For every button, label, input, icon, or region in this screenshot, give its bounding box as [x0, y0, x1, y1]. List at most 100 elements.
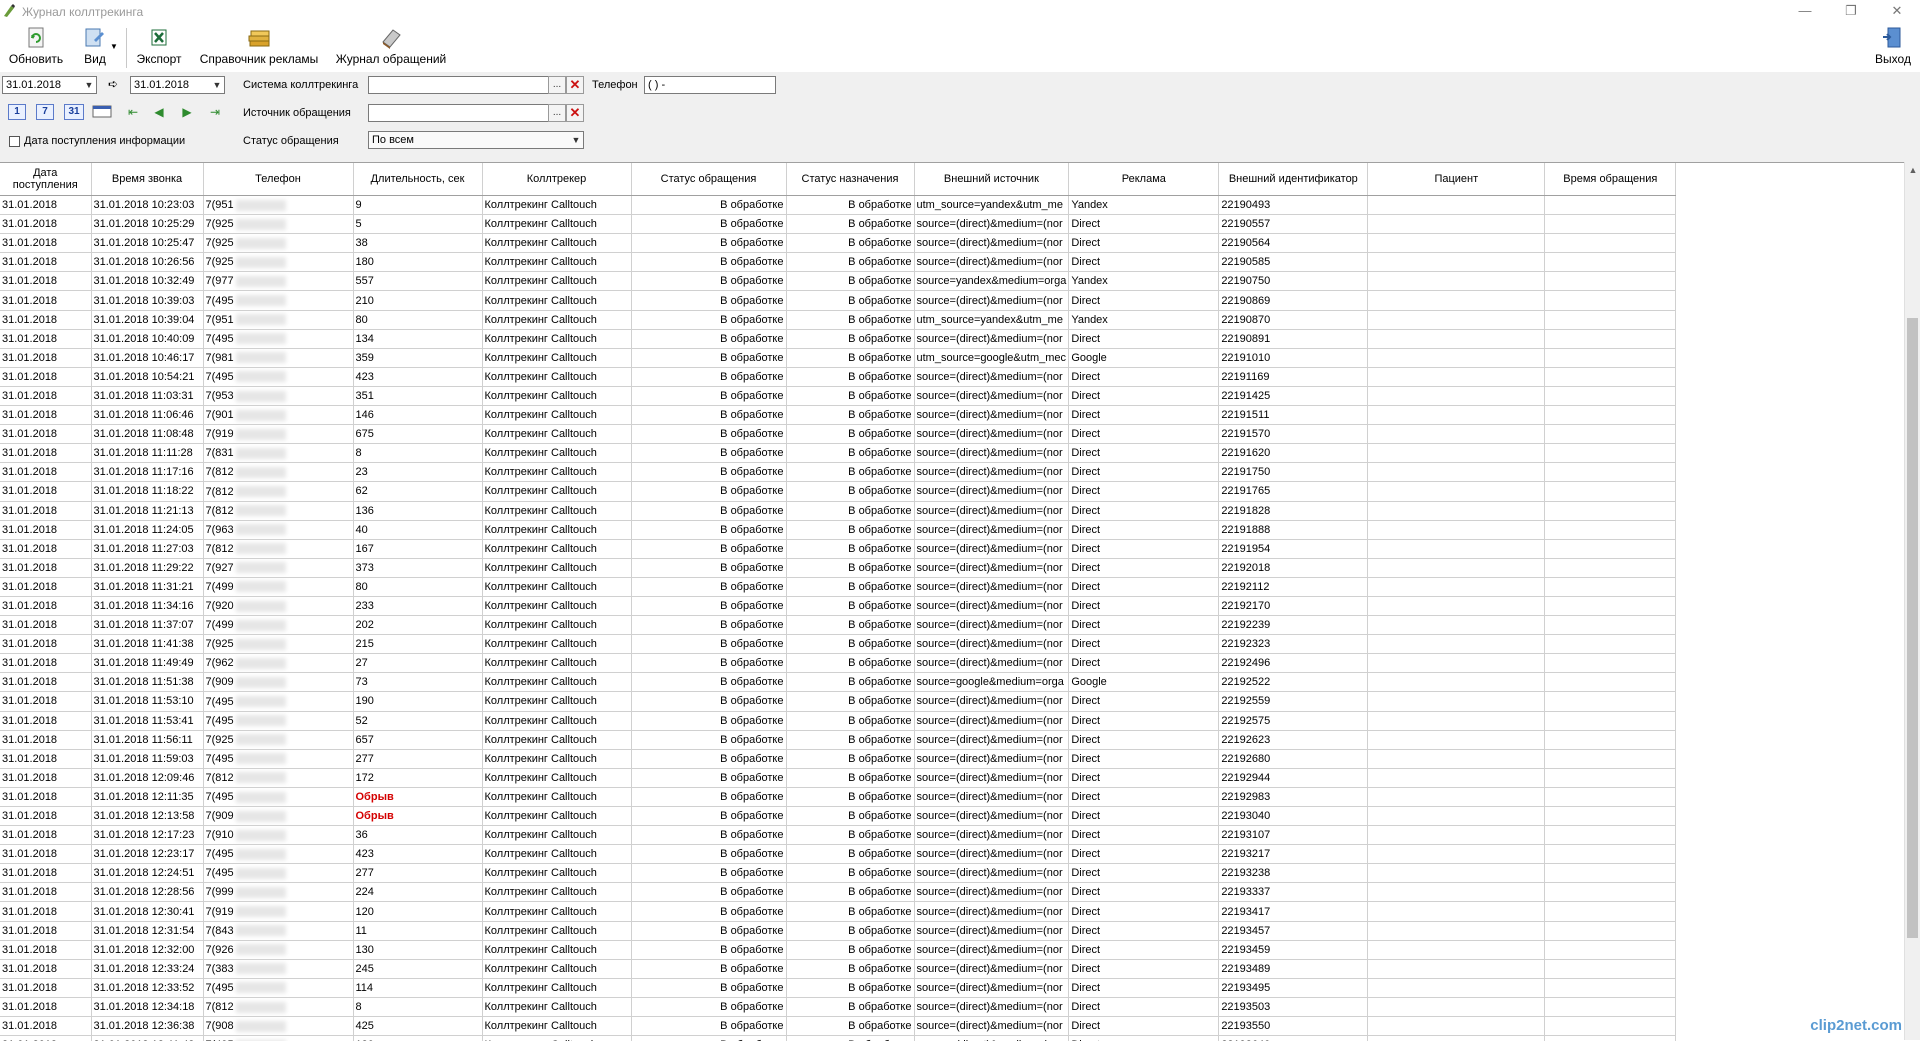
table-cell: В обработке [631, 215, 786, 234]
table-row[interactable]: 31.01.201831.01.2018 11:17:167(81223Колл… [0, 463, 1676, 482]
table-row[interactable]: 31.01.201831.01.2018 12:11:357(495ОбрывК… [0, 787, 1676, 806]
table-row[interactable]: 31.01.201831.01.2018 12:32:007(926130Кол… [0, 940, 1676, 959]
table-row[interactable]: 31.01.201831.01.2018 12:24:517(495277Кол… [0, 864, 1676, 883]
system-browse-button[interactable]: ... [548, 76, 566, 94]
date-from-field[interactable]: 31.01.2018 ▼ [2, 76, 97, 94]
table-row[interactable]: 31.01.201831.01.2018 12:17:237(91036Колл… [0, 826, 1676, 845]
column-header[interactable]: Телефон [203, 163, 353, 196]
table-row[interactable]: 31.01.201831.01.2018 12:36:387(908425Кол… [0, 1017, 1676, 1036]
column-header[interactable]: Статус обращения [631, 163, 786, 196]
table-row[interactable]: 31.01.201831.01.2018 11:41:387(925215Кол… [0, 635, 1676, 654]
vertical-scrollbar[interactable]: ▲ [1904, 162, 1920, 1040]
table-row[interactable]: 31.01.201831.01.2018 11:34:167(920233Кол… [0, 596, 1676, 615]
table-row[interactable]: 31.01.201831.01.2018 11:31:217(49980Колл… [0, 577, 1676, 596]
column-header[interactable]: Пациент [1368, 163, 1545, 196]
column-header[interactable]: Коллтрекер [482, 163, 631, 196]
day-button[interactable]: 1 [8, 104, 26, 120]
received-date-checkbox[interactable] [9, 136, 20, 147]
table-row[interactable]: 31.01.201831.01.2018 11:49:497(96227Колл… [0, 654, 1676, 673]
system-input[interactable] [368, 76, 550, 94]
table-cell: 22193495 [1219, 978, 1368, 997]
last-period-icon[interactable]: ⇥ [206, 104, 224, 120]
month-button[interactable]: 31 [64, 104, 84, 120]
minimize-button[interactable]: — [1782, 0, 1828, 24]
table-row[interactable]: 31.01.201831.01.2018 12:30:417(919120Кол… [0, 902, 1676, 921]
source-clear-button[interactable]: ✕ [566, 104, 584, 122]
column-header[interactable]: Время звонка [91, 163, 203, 196]
table-row[interactable]: 31.01.201831.01.2018 11:29:227(927373Кол… [0, 558, 1676, 577]
table-row[interactable]: 31.01.201831.01.2018 10:26:567(925180Кол… [0, 253, 1676, 272]
table-row[interactable]: 31.01.201831.01.2018 11:56:117(925657Кол… [0, 730, 1676, 749]
calendar-icon[interactable] [92, 104, 112, 120]
view-button[interactable]: Вид ▼ [72, 26, 118, 70]
table-row[interactable]: 31.01.201831.01.2018 12:41:437(495130Кол… [0, 1036, 1676, 1041]
table-row[interactable]: 31.01.201831.01.2018 10:25:297(9255Коллт… [0, 215, 1676, 234]
column-header[interactable]: Дата поступления [0, 163, 91, 196]
table-row[interactable]: 31.01.201831.01.2018 11:21:137(812136Кол… [0, 501, 1676, 520]
table-row[interactable]: 31.01.201831.01.2018 11:53:107(495190Кол… [0, 692, 1676, 711]
first-period-icon[interactable]: ⇤ [124, 104, 142, 120]
table-cell: 22192170 [1219, 596, 1368, 615]
table-row[interactable]: 31.01.201831.01.2018 12:34:187(8128Коллт… [0, 997, 1676, 1016]
ads-reference-button[interactable]: Справочник рекламы [196, 26, 322, 70]
table-row[interactable]: 31.01.201831.01.2018 12:28:567(999224Кол… [0, 883, 1676, 902]
table-row[interactable]: 31.01.201831.01.2018 11:18:227(81262Колл… [0, 482, 1676, 501]
table-row[interactable]: 31.01.201831.01.2018 10:46:177(981359Кол… [0, 348, 1676, 367]
table-row[interactable]: 31.01.201831.01.2018 11:53:417(49552Колл… [0, 711, 1676, 730]
table-cell: 7(495 [203, 367, 353, 386]
export-button[interactable]: Экспорт [134, 26, 184, 70]
table-row[interactable]: 31.01.201831.01.2018 11:06:467(901146Кол… [0, 406, 1676, 425]
journal-button[interactable]: Журнал обращений [332, 26, 450, 70]
table-row[interactable]: 31.01.201831.01.2018 11:51:387(90973Колл… [0, 673, 1676, 692]
column-header[interactable]: Реклама [1069, 163, 1219, 196]
exit-button[interactable]: Выход [1872, 26, 1914, 70]
date-to-field[interactable]: 31.01.2018 ▼ [130, 76, 225, 94]
table-row[interactable]: 31.01.201831.01.2018 11:08:487(919675Кол… [0, 425, 1676, 444]
table-row[interactable]: 31.01.201831.01.2018 10:32:497(977557Кол… [0, 272, 1676, 291]
column-header[interactable]: Внешний источник [914, 163, 1069, 196]
chevron-down-icon[interactable]: ▼ [110, 42, 118, 51]
chevron-down-icon[interactable]: ▼ [210, 77, 224, 93]
table-row[interactable]: 31.01.201831.01.2018 11:59:037(495277Кол… [0, 749, 1676, 768]
table-row[interactable]: 31.01.201831.01.2018 11:27:037(812167Кол… [0, 539, 1676, 558]
table-cell: Коллтрекинг Calltouch [482, 272, 631, 291]
table-row[interactable]: 31.01.201831.01.2018 10:25:477(92538Колл… [0, 234, 1676, 253]
column-header[interactable]: Время обращения [1545, 163, 1676, 196]
scroll-up-icon[interactable]: ▲ [1905, 162, 1920, 178]
chevron-down-icon[interactable]: ▼ [82, 77, 96, 93]
table-row[interactable]: 31.01.201831.01.2018 12:09:467(812172Кол… [0, 768, 1676, 787]
table-row[interactable]: 31.01.201831.01.2018 11:37:077(499202Кол… [0, 616, 1676, 635]
table-cell: Direct [1069, 749, 1219, 768]
system-clear-button[interactable]: ✕ [566, 76, 584, 94]
chevron-down-icon[interactable]: ▼ [569, 132, 583, 148]
table-row[interactable]: 31.01.201831.01.2018 11:11:287(8318Коллт… [0, 444, 1676, 463]
table-row[interactable]: 31.01.201831.01.2018 10:40:097(495134Кол… [0, 329, 1676, 348]
source-browse-button[interactable]: ... [548, 104, 566, 122]
status-select[interactable]: По всем ▼ [368, 131, 584, 149]
table-row[interactable]: 31.01.201831.01.2018 10:23:037(9519Коллт… [0, 196, 1676, 215]
table-row[interactable]: 31.01.201831.01.2018 10:39:047(95180Колл… [0, 310, 1676, 329]
table-row[interactable]: 31.01.201831.01.2018 11:03:317(953351Кол… [0, 386, 1676, 405]
week-button[interactable]: 7 [36, 104, 54, 120]
table-row[interactable]: 31.01.201831.01.2018 12:13:587(909ОбрывК… [0, 807, 1676, 826]
table-row[interactable]: 31.01.201831.01.2018 12:23:177(495423Кол… [0, 845, 1676, 864]
close-window-button[interactable]: ✕ [1874, 0, 1920, 24]
prev-period-icon[interactable]: ◀ [150, 104, 168, 120]
scroll-thumb[interactable] [1907, 318, 1918, 938]
column-header[interactable]: Статус назначения [786, 163, 914, 196]
table-cell: Коллтрекинг Calltouch [482, 539, 631, 558]
refresh-button[interactable]: Обновить [6, 26, 66, 70]
table-row[interactable]: 31.01.201831.01.2018 12:31:547(84311Колл… [0, 921, 1676, 940]
table-row[interactable]: 31.01.201831.01.2018 12:33:527(495114Кол… [0, 978, 1676, 997]
column-header[interactable]: Длительность, сек [353, 163, 482, 196]
table-row[interactable]: 31.01.201831.01.2018 12:33:247(383245Кол… [0, 959, 1676, 978]
table-cell: 351 [353, 386, 482, 405]
table-row[interactable]: 31.01.201831.01.2018 10:54:217(495423Кол… [0, 367, 1676, 386]
phone-input[interactable]: ( ) - [644, 76, 776, 94]
source-input[interactable] [368, 104, 550, 122]
table-row[interactable]: 31.01.201831.01.2018 11:24:057(96340Колл… [0, 520, 1676, 539]
column-header[interactable]: Внешний идентификатор [1219, 163, 1368, 196]
table-row[interactable]: 31.01.201831.01.2018 10:39:037(495210Кол… [0, 291, 1676, 310]
next-period-icon[interactable]: ▶ [178, 104, 196, 120]
restore-button[interactable]: ❐ [1828, 0, 1874, 24]
